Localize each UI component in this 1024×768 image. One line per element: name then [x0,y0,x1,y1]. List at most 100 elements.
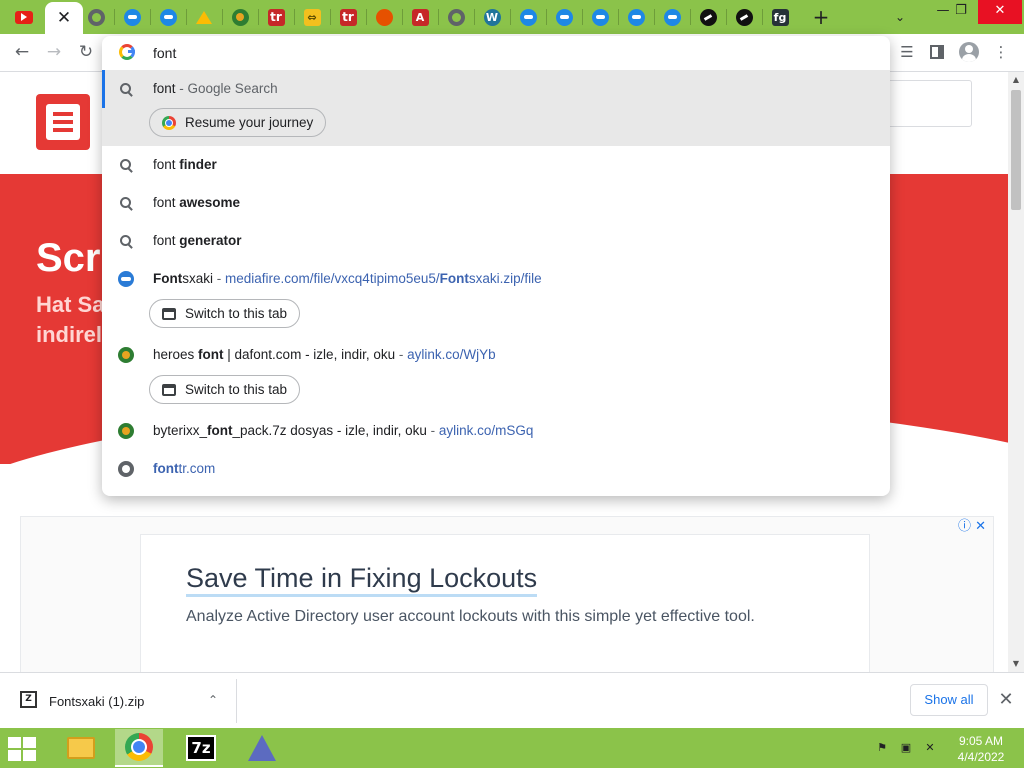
suggestion-text-part: heroes [153,347,199,362]
profile-button[interactable] [956,38,982,66]
volume-muted-icon[interactable]: ✕ [922,741,938,755]
7zip-icon: 7z [186,735,216,761]
reading-list-icon: ☰ [900,43,914,61]
suggestion-text: font finder [153,157,217,172]
reload-button[interactable]: ↻ [72,38,100,66]
menu-button[interactable]: ⋮ [988,38,1014,66]
suggestion-text-part: _pack.7z dosyas - izle, indir, oku [232,423,427,438]
fg-icon: fg [771,8,789,26]
suggestion-open-tab[interactable]: Fontsxaki - mediafire.com/file/vxcq4tipi… [102,260,890,336]
tab-mediafire[interactable] [510,2,546,32]
taskbar-app[interactable] [238,729,286,767]
switch-to-tab-chip[interactable]: Switch to this tab [149,375,301,404]
tab-mediafire[interactable] [582,2,618,32]
tab-mediafire[interactable] [150,2,186,32]
taskbar-7zip[interactable]: 7z [177,729,225,767]
hero-title: Scri [36,236,112,280]
download-file-name[interactable]: Fontsxaki (1).zip [49,694,144,709]
taskbar-chrome[interactable] [115,729,163,767]
tab-search-button[interactable]: ⌄ [888,5,912,29]
suggestion-url-part: sxaki.zip/file [468,271,542,286]
tab-globe[interactable] [438,2,474,32]
suggestion-search[interactable]: font finder [102,146,890,184]
page-scrollbar[interactable]: ▲ ▼ [1008,72,1024,672]
suggestion-text-part: font [153,233,180,248]
flag-icon[interactable]: ⚑ [874,741,890,755]
tab-mediafire[interactable] [654,2,690,32]
ad-subtitle: Analyze Active Directory user account lo… [186,608,755,625]
suggestion-text-part: font [153,81,176,96]
suggestion-text-part: Font [153,271,183,286]
new-tab-button[interactable]: + [809,4,833,30]
clock-time: 9:05 AM [958,734,1004,748]
file-explorer-icon [67,737,95,759]
tab-tr[interactable]: tr [258,2,294,32]
adobe-icon: A [411,8,429,26]
ad-title[interactable]: Save Time in Fixing Lockouts [186,562,538,597]
tab-tr[interactable]: tr [330,2,366,32]
suggestion-history[interactable]: byterixx_font_pack.7z dosyas - izle, ind… [102,412,890,450]
chrome-icon [162,115,176,130]
site-logo[interactable] [36,94,90,150]
tab-strip: ✕ tr ⇔ tr A W fg + ⌄ — ❐ ✕ [0,0,1024,34]
suggestion-url-part: mediafire.com/file/vxcq4tipimo5eu5/ [225,271,440,286]
chrome-icon [125,733,153,761]
dark-icon [699,8,717,26]
restore-button[interactable]: ❐ [944,0,978,24]
suggestion-search[interactable]: font awesome [102,184,890,222]
network-icon[interactable]: ▣ [898,741,914,755]
suggestion-url-part: tr.com [178,461,216,476]
tab-close-icon[interactable]: ✕ [57,8,71,28]
tab-dark[interactable] [726,2,762,32]
scroll-down-arrow-icon[interactable]: ▼ [1008,656,1024,672]
tab-wordpress[interactable]: W [474,2,510,32]
tab-earth[interactable] [222,2,258,32]
tab-dark[interactable] [690,2,726,32]
tab-youtube[interactable] [6,2,42,32]
tab-ball[interactable] [366,2,402,32]
tab-icon [162,383,176,396]
windows-start-button[interactable] [8,737,38,761]
omnibox-input-row[interactable]: font [102,36,890,70]
suggestion-url-part: font [153,461,179,476]
suggestion-search[interactable]: font generator [102,222,890,260]
tab-mediafire[interactable] [114,2,150,32]
switch-to-tab-chip[interactable]: Switch to this tab [149,299,301,328]
tab-icon [162,307,176,320]
taskbar-file-explorer[interactable] [57,729,105,767]
tab-fg[interactable]: fg [762,2,798,32]
zip-file-icon: Z [20,691,37,708]
suggestion-text: font - Google Search [153,81,278,96]
side-panel-button[interactable] [924,38,950,66]
reading-list-button[interactable]: ☰ [894,38,920,66]
system-clock[interactable]: 9:05 AM 4/4/2022 [950,733,1012,765]
forward-button[interactable]: → [40,38,68,66]
mediafire-icon [519,8,537,26]
chevron-up-icon[interactable]: ⌃ [204,689,222,711]
search-icon [118,157,134,173]
back-button[interactable]: ← [8,38,36,66]
suggestion-url-part: aylink.co/WjYb [407,347,496,362]
scroll-thumb[interactable] [1011,90,1021,210]
ad-choices-icon[interactable]: ⓘ ✕ [958,515,986,534]
tab-link[interactable]: ⇔ [294,2,330,32]
omnibox-input[interactable]: font [153,45,176,61]
suggestion-history[interactable]: fonttr.com [102,450,890,488]
scroll-up-arrow-icon[interactable]: ▲ [1008,72,1024,88]
show-all-button[interactable]: Show all [910,684,988,716]
youtube-icon [15,10,33,24]
ad-card[interactable] [140,534,870,672]
tab-globe[interactable] [78,2,114,32]
windows-logo-icon [8,750,21,761]
suggestion-text: heroes font | dafont.com - izle, indir, … [153,347,496,362]
close-shelf-button[interactable]: ✕ [996,687,1016,713]
tab-mediafire[interactable] [618,2,654,32]
resume-journey-chip[interactable]: Resume your journey [149,108,327,137]
suggestion-text-part: font [153,157,180,172]
tab-google-drive[interactable] [186,2,222,32]
suggestion-open-tab[interactable]: heroes font | dafont.com - izle, indir, … [102,336,890,412]
window-close-button[interactable]: ✕ [978,0,1022,24]
suggestion-search[interactable]: font - Google Search Resume your journey [102,70,890,146]
tab-mediafire[interactable] [546,2,582,32]
tab-adobe[interactable]: A [402,2,438,32]
